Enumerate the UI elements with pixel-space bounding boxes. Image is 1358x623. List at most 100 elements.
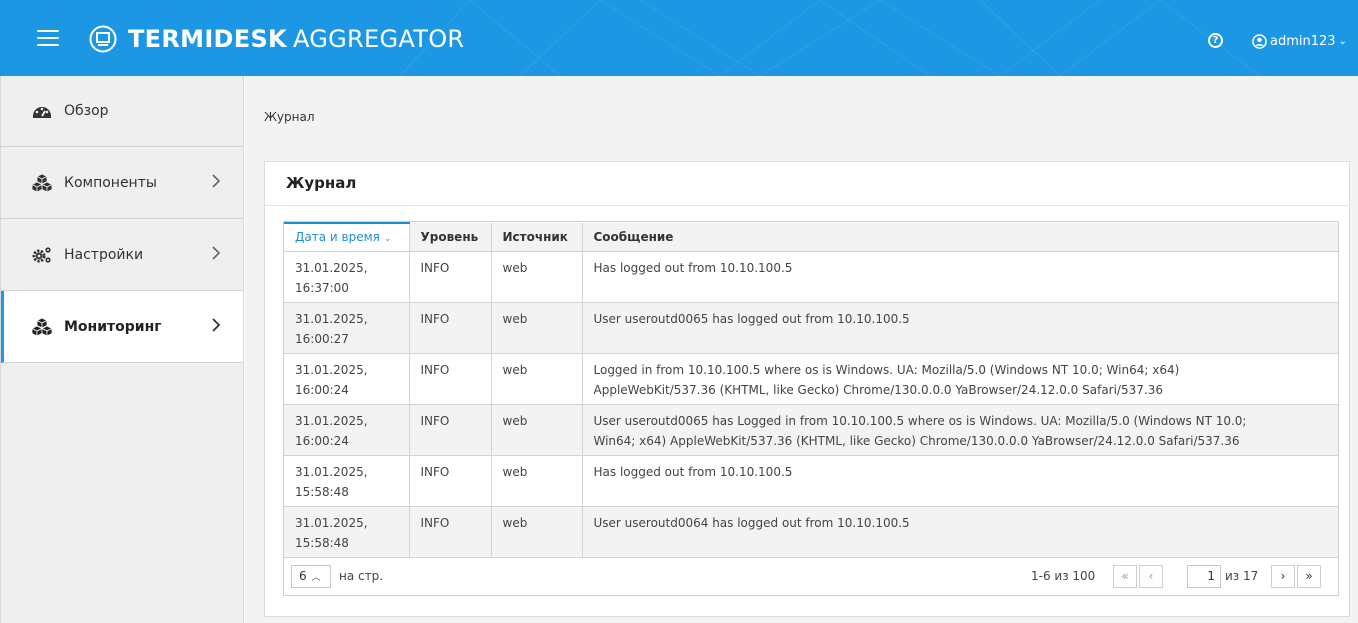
cell-level: INFO <box>409 506 492 558</box>
main-content: Журнал Журнал Дата и время ⌄ Уровень Исто… <box>245 76 1358 623</box>
column-header-label: Дата и время <box>295 230 380 245</box>
table-row[interactable]: 31.01.2025, 16:00:27 INFO web User userou… <box>284 302 1338 354</box>
journal-table: Дата и время ⌄ Уровень Источник Сообщение… <box>283 221 1339 596</box>
menu-toggle-icon[interactable] <box>37 30 59 48</box>
cell-date: 31.01.2025, <box>295 311 368 326</box>
card-divider <box>265 205 1349 206</box>
cubes-icon <box>31 317 53 337</box>
cell-message-line: AppleWebKit/537.36 (KHTML, like Gecko) C… <box>593 382 1163 397</box>
cell-message-line: Win64; x64) AppleWebKit/537.36 (KHTML, l… <box>593 433 1240 448</box>
per-page-label: на стр. <box>339 568 384 583</box>
sidebar-item-settings[interactable]: Настройки <box>1 219 243 291</box>
cell-time: 16:00:24 <box>295 382 349 397</box>
cell-message-line: Has logged out from 10.10.100.5 <box>593 464 793 479</box>
table-row[interactable]: 31.01.2025, 15:58:48 INFO web User userou… <box>284 506 1338 558</box>
cell-date: 31.01.2025, <box>295 260 368 275</box>
cell-message: Has logged out from 10.10.100.5 <box>582 251 1338 303</box>
cell-source: web <box>491 353 583 405</box>
cell-date: 31.01.2025, <box>295 515 368 530</box>
table-row[interactable]: 31.01.2025, 16:00:24 INFO web Logged in f… <box>284 353 1338 405</box>
termidesk-logo-icon <box>89 25 117 53</box>
top-header: TERMIDESK AGGREGATOR ? admin123 ⌄ <box>0 0 1358 76</box>
cell-datetime: 31.01.2025, 16:37:00 <box>284 251 410 303</box>
sidebar-item-label: Мониторинг <box>64 318 162 335</box>
last-page-button[interactable]: » <box>1297 564 1321 588</box>
cell-datetime: 31.01.2025, 16:00:27 <box>284 302 410 354</box>
cell-source: web <box>491 455 583 507</box>
cubes-icon <box>31 173 53 193</box>
cell-level: INFO <box>409 404 492 456</box>
pagination-range: 1-6 из 100 <box>1031 568 1096 583</box>
sidebar-item-label: Обзор <box>64 103 109 119</box>
user-menu[interactable]: admin123 ⌄ <box>1252 33 1347 49</box>
sidebar-item-monitoring[interactable]: Мониторинг <box>1 291 243 363</box>
cell-message-line: User useroutd0064 has logged out from 10… <box>593 515 910 530</box>
chevron-up-icon: ︿ <box>311 572 321 583</box>
cell-time: 15:58:48 <box>295 484 349 499</box>
card-title: Журнал <box>286 174 357 192</box>
page-number-input[interactable]: 1 <box>1187 564 1221 588</box>
brand-bold: TERMIDESK <box>128 25 287 53</box>
cell-source: web <box>491 404 583 456</box>
cell-date: 31.01.2025, <box>295 413 368 428</box>
sidebar: Обзор Компоненты Настройки Мониторинг <box>0 76 244 623</box>
cell-datetime: 31.01.2025, 15:58:48 <box>284 455 410 507</box>
chevron-right-icon <box>212 246 221 260</box>
cell-source: web <box>491 506 583 558</box>
per-page-select[interactable]: 6 ︿ <box>291 564 331 588</box>
cell-message-line: Logged in from 10.10.100.5 where os is W… <box>593 362 1180 377</box>
sidebar-item-overview[interactable]: Обзор <box>1 76 243 147</box>
column-header-level[interactable]: Уровень <box>409 223 492 252</box>
cell-level: INFO <box>409 353 492 405</box>
cell-message: User useroutd0064 has logged out from 10… <box>582 506 1338 558</box>
pagination-bar: 6 ︿ на стр. 1-6 из 100 « ‹ 1 из 17 › » <box>284 557 1338 595</box>
cell-date: 31.01.2025, <box>295 464 368 479</box>
next-page-button[interactable]: › <box>1271 564 1295 588</box>
cell-message: User useroutd0065 has logged out from 10… <box>582 302 1338 354</box>
cell-message-line: User useroutd0065 has logged out from 10… <box>593 311 910 326</box>
column-header-message[interactable]: Сообщение <box>582 223 1338 252</box>
column-header-datetime[interactable]: Дата и время ⌄ <box>284 222 410 252</box>
cell-message: Logged in from 10.10.100.5 where os is W… <box>582 353 1338 405</box>
cell-level: INFO <box>409 302 492 354</box>
sidebar-item-label: Компоненты <box>64 174 157 191</box>
sidebar-item-label: Настройки <box>64 246 144 263</box>
prev-page-button[interactable]: ‹ <box>1139 564 1163 588</box>
cell-source: web <box>491 302 583 354</box>
cell-source: web <box>491 251 583 303</box>
cell-datetime: 31.01.2025, 16:00:24 <box>284 404 410 456</box>
cell-message: User useroutd0065 has Logged in from 10.… <box>582 404 1338 456</box>
cell-date: 31.01.2025, <box>295 362 368 377</box>
cell-time: 15:58:48 <box>295 535 349 550</box>
chevron-right-icon <box>212 318 221 332</box>
breadcrumb: Журнал <box>264 110 315 124</box>
user-avatar-icon <box>1252 33 1267 49</box>
chevron-down-icon: ⌄ <box>1338 35 1347 47</box>
cell-time: 16:00:27 <box>295 331 349 346</box>
page-count: из 17 <box>1225 568 1259 583</box>
cell-datetime: 31.01.2025, 16:00:24 <box>284 353 410 405</box>
username: admin123 <box>1270 33 1336 49</box>
cell-message-line: User useroutd0065 has Logged in from 10.… <box>593 413 1247 428</box>
cell-message: Has logged out from 10.10.100.5 <box>582 455 1338 507</box>
cell-message-line: Has logged out from 10.10.100.5 <box>593 260 793 275</box>
column-header-source[interactable]: Источник <box>491 223 583 252</box>
help-icon[interactable]: ? <box>1208 33 1223 48</box>
table-row[interactable]: 31.01.2025, 16:00:24 INFO web User userou… <box>284 404 1338 456</box>
sort-chevron-down-icon: ⌄ <box>383 234 392 245</box>
cell-level: INFO <box>409 455 492 507</box>
brand-name: TERMIDESK AGGREGATOR <box>128 25 464 53</box>
journal-card: Журнал Дата и время ⌄ Уровень Источник Со… <box>264 161 1350 617</box>
cell-datetime: 31.01.2025, 15:58:48 <box>284 506 410 558</box>
cell-level: INFO <box>409 251 492 303</box>
table-row[interactable]: 31.01.2025, 16:37:00 INFO web Has logged … <box>284 251 1338 303</box>
sidebar-item-components[interactable]: Компоненты <box>1 147 243 219</box>
table-row[interactable]: 31.01.2025, 15:58:48 INFO web Has logged … <box>284 455 1338 507</box>
brand-light: AGGREGATOR <box>292 25 465 53</box>
table-header-row: Дата и время ⌄ Уровень Источник Сообщение <box>284 222 1338 252</box>
chevron-right-icon <box>212 174 221 188</box>
dashboard-icon <box>33 107 51 118</box>
cell-time: 16:37:00 <box>295 280 349 295</box>
first-page-button[interactable]: « <box>1113 564 1137 588</box>
gears-icon <box>32 246 51 263</box>
